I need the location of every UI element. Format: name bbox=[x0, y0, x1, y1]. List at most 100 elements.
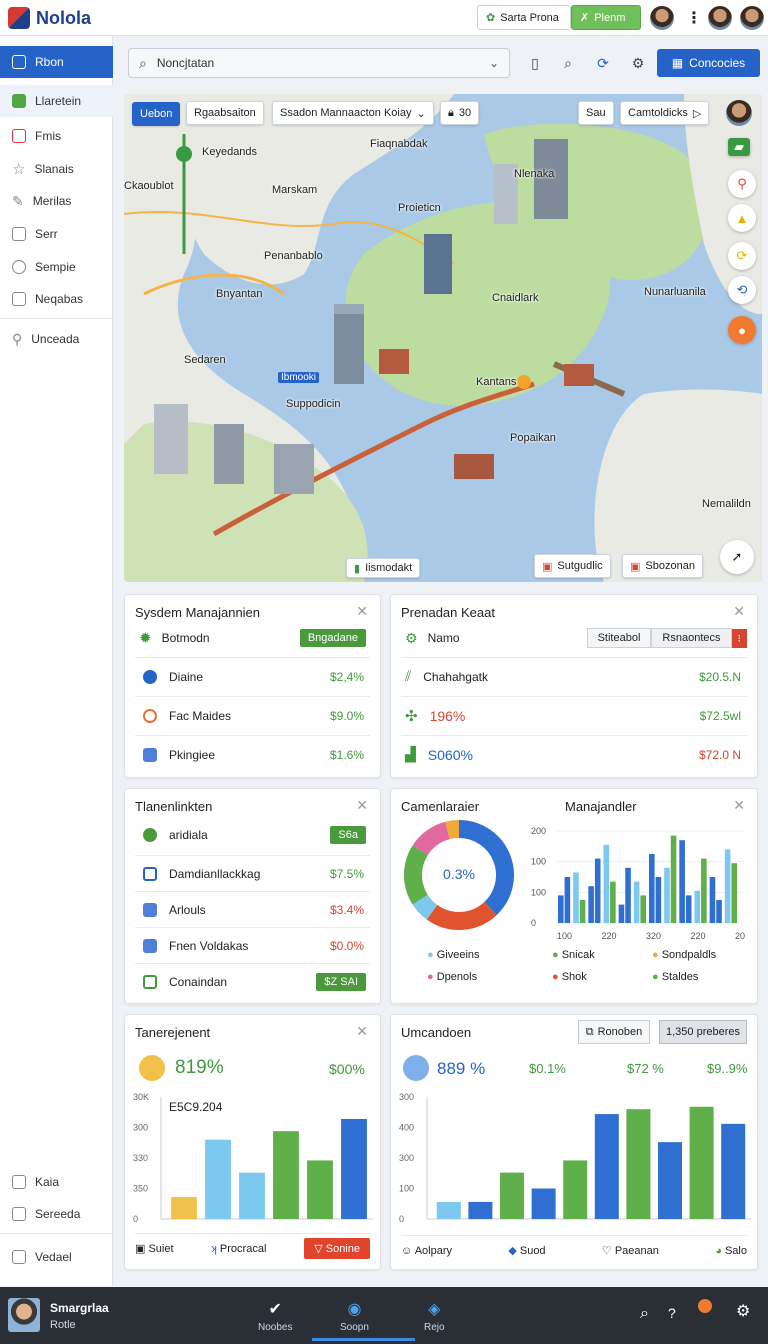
search-icon[interactable]: ⌕ bbox=[555, 50, 581, 76]
close-icon[interactable]: ✕ bbox=[356, 1023, 368, 1040]
sarta-button[interactable]: ✿ Sarta Prona bbox=[477, 5, 571, 30]
avatar[interactable] bbox=[8, 1298, 40, 1332]
action-label: Suiet bbox=[148, 1243, 174, 1255]
avatar[interactable] bbox=[740, 6, 764, 30]
rotate-icon[interactable]: ⟳ bbox=[728, 242, 756, 270]
close-icon[interactable]: ✕ bbox=[356, 603, 368, 620]
edit-icon: ✎ bbox=[12, 192, 24, 209]
avatar[interactable] bbox=[708, 6, 732, 30]
bell-icon[interactable]: ▲ bbox=[728, 204, 756, 232]
map-chip-right[interactable]: Camtoldicks ▷ bbox=[620, 101, 710, 125]
suod-button[interactable]: ◆ Suod bbox=[508, 1244, 545, 1257]
sidebar-item-kaia[interactable]: Kaia bbox=[0, 1166, 113, 1198]
app-logo[interactable]: Nolola bbox=[8, 7, 91, 29]
preberes-button[interactable]: 1,350 preberes bbox=[659, 1020, 747, 1044]
list-item[interactable]: Pkingiee $1.6% bbox=[135, 735, 370, 773]
bar bbox=[664, 867, 670, 923]
list-item[interactable]: ✹ Botmodn Bngadane bbox=[135, 619, 370, 657]
sidebar-item-serr[interactable]: Serr bbox=[0, 218, 113, 250]
list-item[interactable]: ⫽ Chahahgatk $20.5.N bbox=[401, 657, 747, 695]
list-item[interactable]: Diaine $2,4% bbox=[135, 657, 370, 695]
close-icon[interactable]: ✕ bbox=[733, 603, 745, 620]
sidebar-item-stars[interactable]: ☆ Slanais bbox=[0, 153, 113, 185]
plenm-button[interactable]: ✗ Plenm bbox=[571, 5, 641, 30]
nav-notes[interactable]: ✔ Noobes bbox=[258, 1299, 292, 1333]
chevron-down-icon[interactable]: ⌄ bbox=[489, 56, 499, 70]
sidebar-item-files[interactable]: Fmis bbox=[0, 120, 113, 152]
alert-icon[interactable]: ● bbox=[728, 316, 756, 344]
sidebar-item-media[interactable]: ✎ Merilas bbox=[0, 185, 113, 217]
sidebar-item-sample[interactable]: Sempie bbox=[0, 251, 113, 283]
procracal-button[interactable]: ʞ Procracal bbox=[211, 1243, 266, 1255]
bar bbox=[626, 1109, 651, 1219]
list-item[interactable]: Fac Maides $9.0% bbox=[135, 696, 370, 734]
sidebar-item-sereeda[interactable]: Sereeda bbox=[0, 1198, 113, 1230]
map-chip-num[interactable]: 🔒︎ 30 bbox=[440, 101, 480, 125]
sidebar-item-negabas[interactable]: Neqabas bbox=[0, 283, 113, 315]
sidebar-item-vedael[interactable]: Vedael bbox=[0, 1241, 113, 1273]
y-tick-label: 300 bbox=[133, 1123, 148, 1133]
connect-button-label: Concocies bbox=[689, 56, 746, 70]
notification-icon[interactable] bbox=[698, 1299, 712, 1313]
list-item[interactable]: aridiala S6a bbox=[135, 817, 370, 853]
bookmark-icon[interactable]: ▯ bbox=[522, 50, 548, 76]
row-value: $9.0% bbox=[329, 708, 364, 723]
pin-icon[interactable]: ⚲ bbox=[728, 170, 756, 198]
divider bbox=[0, 318, 113, 319]
row-label: Damdianllackkag bbox=[169, 866, 261, 881]
compass-icon[interactable]: ➚ bbox=[720, 540, 754, 574]
nav-soopn[interactable]: ◉ Soopn bbox=[340, 1299, 369, 1333]
map-bottom-right-chip[interactable]: ▣ Sbozonan bbox=[622, 554, 703, 578]
layers-icon[interactable]: ▰ bbox=[728, 138, 750, 156]
apply-button[interactable]: ☺ Aolpary bbox=[401, 1245, 452, 1257]
avatar[interactable] bbox=[726, 100, 752, 126]
map-chip[interactable]: Rgaabsaiton bbox=[186, 101, 264, 125]
list-item[interactable]: ✣ 196% $72.5wl bbox=[401, 696, 747, 734]
salo-button[interactable]: ◕ Salo bbox=[715, 1245, 747, 1257]
filter-button[interactable]: Stiteabol bbox=[586, 628, 652, 648]
search-input[interactable] bbox=[156, 56, 479, 70]
plenm-button-label: Plenm bbox=[594, 11, 626, 24]
list-item[interactable]: Fnen Voldakas $0.0% bbox=[135, 927, 370, 963]
search-icon[interactable]: ⌕ bbox=[640, 1305, 649, 1323]
map-chip-active[interactable]: Uebon bbox=[132, 102, 181, 126]
sidebar-item-layers[interactable]: Llaretein bbox=[0, 85, 113, 117]
more-icon[interactable]: ⋮ bbox=[686, 8, 702, 28]
list-item[interactable]: ▟ S060% $72.0 N bbox=[401, 735, 747, 773]
close-icon[interactable]: ✕ bbox=[733, 797, 745, 814]
help-icon[interactable]: ? bbox=[668, 1305, 676, 1321]
row-label: Fnen Voldakas bbox=[169, 938, 249, 953]
metric-icon bbox=[139, 1055, 165, 1081]
sidebar-item-home[interactable]: Rbon bbox=[0, 46, 113, 78]
list-item[interactable]: Arlouls $3.4% bbox=[135, 891, 370, 927]
list-item[interactable]: Conaindan $Z SAI bbox=[135, 963, 370, 999]
map-bottom-right-chip[interactable]: ▣ Sutgudlic bbox=[534, 554, 611, 578]
sort-button[interactable]: Rsnaontecs bbox=[651, 628, 732, 648]
route-icon[interactable]: ⟲ bbox=[728, 276, 756, 304]
pin-icon: ▮ bbox=[354, 562, 361, 575]
ronoben-button[interactable]: ⧉ Ronoben bbox=[578, 1020, 650, 1044]
search-bar[interactable]: ⌕ ⌄ bbox=[128, 48, 510, 78]
row-value: $20.5.N bbox=[698, 669, 741, 684]
connect-button[interactable]: ▦ Concocies bbox=[657, 49, 760, 77]
settings-icon[interactable]: ⚙ bbox=[625, 50, 651, 76]
avatar[interactable] bbox=[650, 6, 674, 30]
map-bottom-chip[interactable]: ▮ Iismodakt bbox=[346, 558, 421, 578]
close-icon[interactable]: ✕ bbox=[356, 797, 368, 814]
map-dropdown[interactable]: Ssadon Mannaacton Koiay ⌄ bbox=[272, 101, 434, 125]
paeanan-button[interactable]: ♡ Paeanan bbox=[602, 1244, 659, 1257]
map-chip-right[interactable]: Sau bbox=[578, 101, 614, 125]
nav-rejo[interactable]: ◈ Rejo bbox=[424, 1299, 445, 1333]
list-item[interactable]: Damdianllackkag $7.5% bbox=[135, 855, 370, 891]
search-icon: ⌕ bbox=[139, 54, 147, 71]
map-label: Nunarluanila bbox=[644, 286, 706, 298]
gear-icon: ✿ bbox=[486, 12, 496, 24]
map-view[interactable]: Uebon Rgaabsaiton Ssadon Mannaacton Koia… bbox=[124, 94, 762, 582]
close-icon[interactable]: ⁝ bbox=[731, 628, 747, 648]
refresh-icon[interactable]: ⟳ bbox=[590, 50, 616, 76]
quiet-button[interactable]: ▣ Suiet bbox=[135, 1242, 174, 1255]
sonine-button[interactable]: ▽ Sonine bbox=[304, 1238, 370, 1259]
app-title: Nolola bbox=[36, 7, 92, 28]
sidebar-item-unceada[interactable]: ⚲ Unceada bbox=[0, 323, 113, 355]
settings-icon[interactable]: ⚙ bbox=[736, 1301, 750, 1321]
